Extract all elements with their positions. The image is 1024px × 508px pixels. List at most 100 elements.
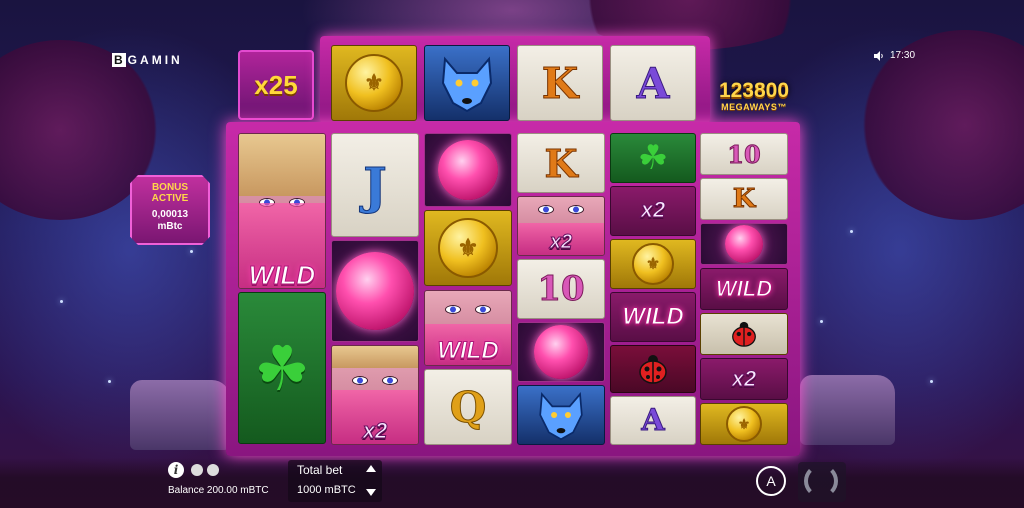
bonus-line2: ACTIVE xyxy=(151,193,189,204)
eye xyxy=(352,376,368,385)
bottom-control-bar xyxy=(0,458,1024,508)
symbol-orb xyxy=(517,322,605,382)
symbol-ladybug xyxy=(610,345,696,393)
symbol-coin: ⚜ xyxy=(424,210,512,286)
info-icon[interactable]: i xyxy=(168,462,184,478)
face-eyes xyxy=(332,376,418,385)
clock-time: 17:30 xyxy=(890,50,916,61)
bonus-active-badge: BONUS ACTIVE 0,00013 mBtc xyxy=(130,175,210,245)
symbol-k: K xyxy=(700,178,788,220)
megaways-counter: 123800 MEGAWAYS™ xyxy=(706,79,802,113)
symbol-letter: J xyxy=(363,155,388,215)
symbol-orb xyxy=(700,223,788,265)
symbol-j: J xyxy=(331,133,419,237)
bonus-unit: mBtc xyxy=(157,221,183,232)
logo-letter: G xyxy=(127,53,139,67)
firefly xyxy=(850,230,853,233)
symbol-letter: Q xyxy=(449,382,487,432)
bonus-line1: BONUS xyxy=(151,182,189,193)
wild-label: WILD xyxy=(437,337,499,365)
clover-icon: ☘ xyxy=(254,334,310,404)
hair xyxy=(332,346,418,368)
settings-icon[interactable] xyxy=(191,464,203,476)
logo-letter: N xyxy=(171,53,181,67)
megaways-label: MEGAWAYS™ xyxy=(721,102,787,112)
symbol-a: A xyxy=(610,45,696,121)
eye xyxy=(382,376,398,385)
quick-settings-icon[interactable] xyxy=(207,464,219,476)
symbol-clover: ☘ xyxy=(238,292,326,444)
wolf-icon xyxy=(441,56,493,113)
logo-letter: B xyxy=(112,53,126,67)
coin-icon: ⚜ xyxy=(438,218,498,278)
symbol-10: 10 xyxy=(517,259,605,319)
wild-label: WILD xyxy=(622,303,684,331)
symbol-letter: K xyxy=(544,140,578,186)
total-bet-label: Total bet xyxy=(297,463,343,477)
status-area: 17:30 xyxy=(874,50,915,61)
symbol-clover: ☘ xyxy=(610,133,696,183)
symbol-face-x2: x2 xyxy=(517,196,605,256)
symbol-k: K xyxy=(517,133,605,193)
symbol-letter: 10 xyxy=(727,139,761,169)
firefly xyxy=(108,380,111,383)
wild-label: WILD xyxy=(715,276,773,302)
bgaming-logo: B G A M I N xyxy=(112,53,181,67)
total-bet-value: 1000 mBTC xyxy=(297,484,356,496)
x2-label: x2 xyxy=(640,197,666,223)
firefly xyxy=(190,250,193,253)
pink-orb-icon xyxy=(336,252,414,330)
win-multiplier: x25 xyxy=(238,50,314,120)
symbol-coin: ⚜ xyxy=(331,45,417,121)
symbol-letter: A xyxy=(641,403,665,439)
bet-increase-icon[interactable] xyxy=(366,465,376,472)
megaways-count: 123800 xyxy=(718,79,790,102)
game-stage: B G A M I N 17:30 x25 123800 MEGAWAYS™ B… xyxy=(0,0,1024,508)
symbol-wolf xyxy=(424,45,510,121)
symbol-k: K xyxy=(517,45,603,121)
pink-orb-icon xyxy=(725,225,763,263)
symbol-letter: K xyxy=(732,184,756,215)
logo-letter: A xyxy=(140,53,150,67)
balance-text: Balance 200.00 mBTC xyxy=(168,485,269,496)
eye xyxy=(475,305,491,314)
symbol-x2: x2 xyxy=(610,186,696,236)
logo-letter: M xyxy=(151,53,163,67)
ladybug-icon xyxy=(639,355,667,384)
stone-ruin-left xyxy=(130,380,230,450)
pink-orb-icon xyxy=(438,140,498,200)
symbol-letter: 10 xyxy=(537,269,585,310)
eye xyxy=(538,205,554,214)
symbol-a: A xyxy=(610,396,696,445)
face-eyes xyxy=(518,205,604,214)
bet-decrease-icon[interactable] xyxy=(366,489,376,496)
firefly xyxy=(820,320,823,323)
coin-icon: ⚜ xyxy=(726,406,762,442)
symbol-face-x2: x2 xyxy=(331,345,419,445)
symbol-wild-face: WILD xyxy=(238,133,326,289)
symbol-ladybug xyxy=(700,313,788,355)
symbol-wolf xyxy=(517,385,605,445)
face-eyes xyxy=(425,305,511,314)
symbol-letter: K xyxy=(541,58,579,108)
autoplay-button[interactable]: A xyxy=(756,466,786,496)
firefly xyxy=(60,300,63,303)
symbol-orb xyxy=(331,240,419,342)
symbol-q: Q xyxy=(424,369,512,445)
symbol-10: 10 xyxy=(700,133,788,175)
coin-icon: ⚜ xyxy=(632,243,674,285)
symbol-coin: ⚜ xyxy=(700,403,788,445)
symbol-coin: ⚜ xyxy=(610,239,696,289)
clover-icon: ☘ xyxy=(637,139,669,177)
symbol-orb xyxy=(424,133,512,207)
ladybug-icon xyxy=(732,321,756,347)
firefly xyxy=(930,380,933,383)
hair xyxy=(239,134,325,196)
symbol-wild-face: WILD xyxy=(424,290,512,366)
speaker-icon[interactable] xyxy=(874,50,884,61)
x2-label: x2 xyxy=(362,418,388,444)
eye xyxy=(568,205,584,214)
coin-icon: ⚜ xyxy=(345,54,403,112)
spin-arrows-icon[interactable] xyxy=(804,464,838,498)
pink-orb-icon xyxy=(534,325,588,379)
